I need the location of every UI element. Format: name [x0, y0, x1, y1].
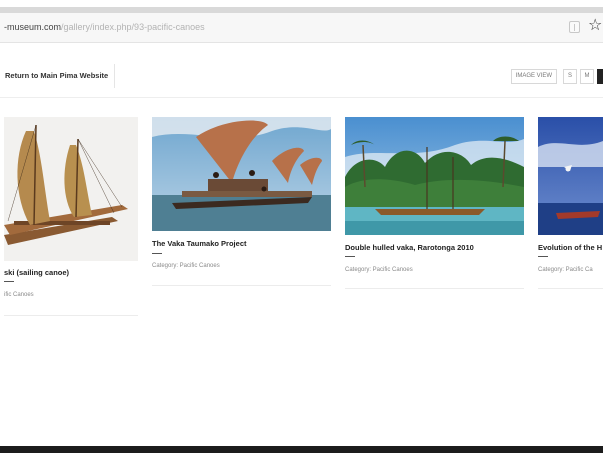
card-divider — [345, 288, 524, 289]
gallery-item-category[interactable]: Category: Pacific Canoes — [345, 267, 413, 273]
gallery-item-category[interactable]: Category: Pacific Canoes — [152, 263, 220, 269]
gallery-item-title[interactable]: The Vaka Taumako Project — [152, 239, 246, 248]
gallery-thumbnail[interactable] — [4, 117, 138, 261]
gallery-card[interactable]: Double hulled vaka, Rarotonga 2010 Categ… — [345, 117, 524, 289]
gallery-item-title[interactable]: ski (sailing canoe) — [4, 268, 69, 277]
title-underline — [152, 253, 162, 254]
gallery-thumbnail[interactable] — [538, 117, 603, 235]
card-divider — [4, 315, 138, 316]
gallery-card[interactable]: Evolution of the H Category: Pacific Ca — [538, 117, 603, 289]
gallery-card[interactable]: ski (sailing canoe) ific Canoes — [4, 117, 138, 317]
title-underline — [4, 281, 14, 282]
gallery-thumbnail[interactable] — [152, 117, 331, 231]
gallery-item-title[interactable]: Double hulled vaka, Rarotonga 2010 — [345, 243, 474, 252]
gallery-item-category[interactable]: Category: Pacific Ca — [538, 267, 593, 273]
title-underline — [345, 256, 355, 257]
card-divider — [538, 288, 603, 289]
bottom-taskbar — [0, 446, 603, 453]
gallery-item-category[interactable]: ific Canoes — [4, 292, 34, 298]
title-underline — [538, 256, 548, 257]
gallery-card[interactable]: The Vaka Taumako Project Category: Pacif… — [152, 117, 331, 287]
gallery-item-title[interactable]: Evolution of the H — [538, 243, 602, 252]
gallery-thumbnail[interactable] — [345, 117, 524, 235]
card-divider — [152, 285, 331, 286]
gallery-grid: ski (sailing canoe) ific Canoes The Vaka… — [0, 0, 603, 453]
